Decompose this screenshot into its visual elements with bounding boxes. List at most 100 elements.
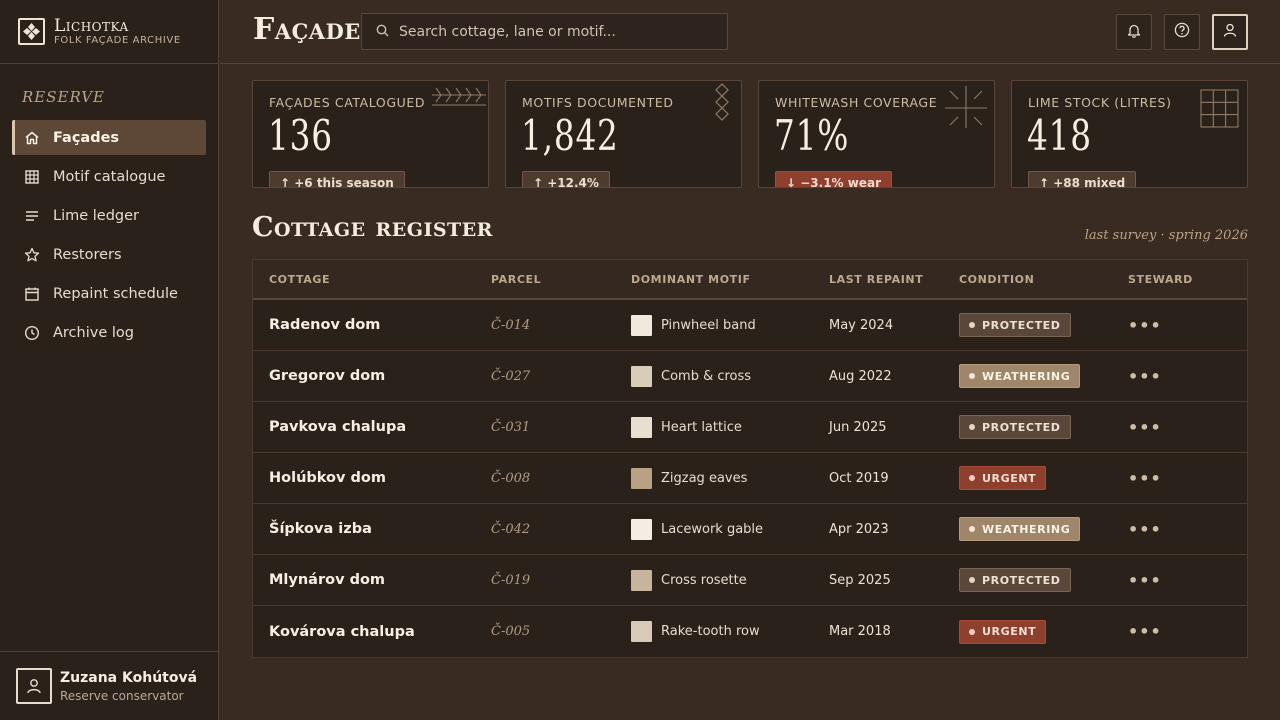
bell-icon [1127,23,1141,42]
condition-cell: WEATHERING [959,364,1128,388]
profile-button[interactable] [1212,14,1248,50]
motif-name: Zigzag eaves [661,470,748,486]
more-options-icon[interactable]: ••• [1128,367,1228,386]
user-icon [1222,22,1238,42]
status-dot [969,475,975,481]
status-label: WEATHERING [982,522,1071,536]
sidebar-item-label: Motif catalogue [53,168,166,185]
grid-icon [24,169,40,185]
sidebar-item-restorers[interactable]: Restorers [12,237,206,272]
stat-card-facades: FAÇADES CATALOGUED 136 ↑ +6 this season [252,80,489,188]
motif-cell: Pinwheel band [631,314,829,336]
table-row[interactable]: Gregorov dom Č-027 Comb & cross Aug 2022… [253,351,1247,402]
parcel-code: Č-042 [491,521,531,537]
motif-name: Heart lattice [661,419,742,435]
search-input[interactable]: Search cottage, lane or motif... [361,13,728,50]
table-row[interactable]: Kovárova chalupa Č-005 Rake-tooth row Ma… [253,606,1247,657]
stat-label: LIME STOCK (LITRES) [1028,95,1172,110]
table-row[interactable]: Mlynárov dom Č-019 Cross rosette Sep 202… [253,555,1247,606]
user-profile[interactable]: Zuzana Kohútová Reserve conservator [0,651,219,720]
lines-icon [24,208,40,224]
stat-badge: ↓ −3.1% wear [775,171,892,187]
status-badge: WEATHERING [959,517,1081,541]
condition-cell: PROTECTED [959,313,1128,337]
motif-swatch [631,416,652,438]
motif-cell: Cross rosette [631,569,829,591]
column-header-last-repaint[interactable]: LAST REPAINT [829,273,959,286]
motif-cell: Rake-tooth row [631,621,829,642]
stat-value: 136 [268,111,333,160]
search-placeholder: Search cottage, lane or motif... [399,23,616,40]
motif-name: Lacework gable [661,521,764,537]
last-repaint: Sep 2025 [829,572,891,588]
status-dot [969,322,975,328]
column-header-condition[interactable]: CONDITION [959,273,1128,286]
column-header-parcel[interactable]: PARCEL [491,273,631,286]
parcel-code: Č-031 [491,419,531,435]
sidebar-item-repaint-schedule[interactable]: Repaint schedule [12,276,206,311]
stat-value: 1,842 [521,111,619,160]
brand-title: Lichotka [54,15,129,36]
table-row[interactable]: Šípkova izba Č-042 Lacework gable Apr 20… [253,504,1247,555]
top-bar: Façades Search cottage, lane or motif... [220,0,1280,64]
condition-cell: URGENT [959,466,1128,490]
status-label: PROTECTED [982,318,1061,332]
more-options-icon[interactable]: ••• [1128,571,1228,590]
status-label: WEATHERING [982,369,1071,383]
motif-cell: Lacework gable [631,518,829,540]
status-label: URGENT [982,625,1037,638]
sidebar-item-facades[interactable]: Façades [12,120,206,155]
status-dot [969,628,975,635]
table-row[interactable]: Pavkova chalupa Č-031 Heart lattice Jun … [253,402,1247,453]
diamond-chain-icon [715,83,729,121]
more-options-icon[interactable]: ••• [1128,469,1228,488]
sidebar-item-archive-log[interactable]: Archive log [12,315,206,350]
status-badge: PROTECTED [959,415,1071,439]
sunburst-icon [945,86,987,128]
help-button[interactable] [1164,14,1200,50]
more-options-icon[interactable]: ••• [1128,418,1228,437]
motif-swatch [631,467,652,489]
register-title: Cottage register [252,212,493,243]
status-dot [969,577,975,583]
brand-logo-icon [18,18,45,45]
condition-cell: WEATHERING [959,517,1128,541]
more-options-icon[interactable]: ••• [1128,520,1228,539]
last-repaint: May 2024 [829,317,894,333]
more-options-icon[interactable]: ••• [1128,622,1228,641]
parcel-code: Č-008 [491,470,531,486]
stat-badge: ↑ +12.4% [522,171,610,187]
motif-swatch [631,518,652,540]
brand[interactable]: Lichotka FOLK FAÇADE ARCHIVE [0,0,218,64]
table-row[interactable]: Radenov dom Č-014 Pinwheel band May 2024… [253,300,1247,351]
stat-card-whitewash: WHITEWASH COVERAGE 71% ↓ −3.1% wear [758,80,995,188]
last-repaint: Oct 2019 [829,470,889,486]
stat-value: 71% [774,111,850,160]
stat-badge: ↑ +6 this season [269,171,405,187]
status-badge: PROTECTED [959,313,1071,337]
column-header-cottage[interactable]: COTTAGE [253,273,491,286]
user-role: Reserve conservator [60,688,184,703]
status-badge: WEATHERING [959,364,1081,388]
last-repaint: Jun 2025 [829,419,887,435]
sidebar-item-lime-ledger[interactable]: Lime ledger [12,198,206,233]
cottage-name: Mlynárov dom [269,572,386,588]
stat-value: 418 [1027,111,1092,160]
more-options-icon[interactable]: ••• [1128,316,1228,335]
table-header: COTTAGE PARCEL DOMINANT MOTIF LAST REPAI… [253,260,1247,300]
motif-name: Pinwheel band [661,317,756,333]
column-header-motif[interactable]: DOMINANT MOTIF [631,273,829,286]
table-row[interactable]: Holúbkov dom Č-008 Zigzag eaves Oct 2019… [253,453,1247,504]
sidebar-item-label: Restorers [53,246,122,263]
stat-card-motifs: MOTIFS DOCUMENTED 1,842 ↑ +12.4% [505,80,742,188]
last-repaint: Aug 2022 [829,368,892,384]
column-header-steward[interactable]: STEWARD [1128,273,1228,286]
sidebar-item-motif-catalogue[interactable]: Motif catalogue [12,159,206,194]
status-badge: URGENT [959,619,1047,644]
sidebar: Lichotka FOLK FAÇADE ARCHIVE RESERVE Faç… [0,0,219,720]
last-repaint: Mar 2018 [829,624,891,639]
clock-icon [24,325,40,341]
notifications-button[interactable] [1116,14,1152,50]
parcel-code: Č-005 [491,624,531,639]
motif-name: Cross rosette [661,572,747,588]
